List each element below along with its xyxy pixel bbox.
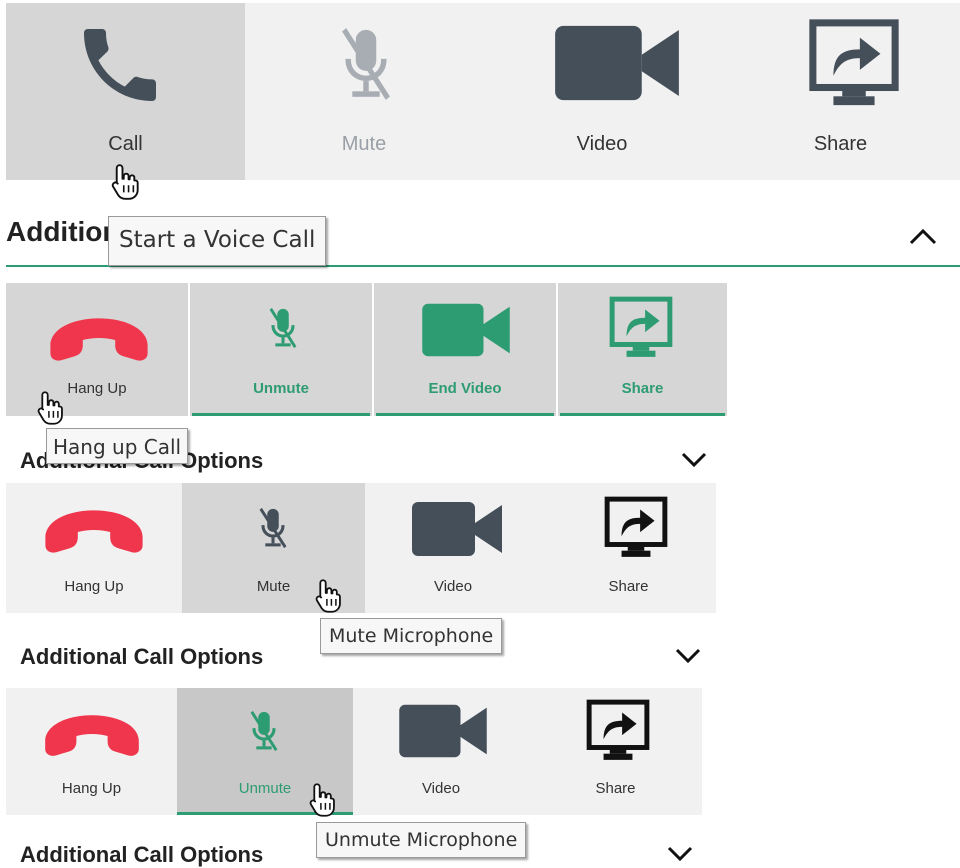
tooltip-mute-microphone: Mute Microphone bbox=[320, 618, 503, 654]
video-camera-icon bbox=[416, 295, 516, 365]
hang-up-button[interactable]: Hang Up bbox=[6, 688, 177, 815]
call-toolbar-idle: Call Mute Video Share bbox=[6, 3, 960, 180]
additional-call-options-header[interactable]: Additional Call Options bbox=[20, 842, 263, 868]
additional-call-options-header[interactable]: Additional Call Options bbox=[20, 644, 263, 670]
video-button[interactable]: Video bbox=[365, 483, 541, 613]
hang-up-button[interactable]: Hang Up bbox=[6, 483, 182, 613]
call-toolbar-active: Hang Up Unmute End Video Share bbox=[6, 283, 727, 416]
video-label: Video bbox=[433, 578, 473, 595]
mute-button-disabled[interactable]: Mute bbox=[245, 3, 483, 180]
phone-icon bbox=[72, 17, 168, 113]
hang-up-phone-icon bbox=[39, 505, 149, 559]
video-button[interactable]: Video bbox=[353, 688, 529, 815]
microphone-off-icon bbox=[250, 495, 296, 561]
chevron-up-icon[interactable] bbox=[908, 226, 938, 246]
share-button[interactable]: Share bbox=[721, 3, 960, 180]
call-label: Call bbox=[108, 133, 143, 155]
share-label: Share bbox=[621, 380, 664, 397]
share-screen-icon bbox=[585, 696, 651, 766]
video-label: Video bbox=[576, 133, 628, 155]
unmute-label: Unmute bbox=[253, 380, 309, 397]
hand-cursor-icon bbox=[110, 162, 142, 202]
microphone-off-icon bbox=[325, 19, 407, 109]
share-screen-icon bbox=[603, 493, 669, 563]
hang-up-label: Hang Up bbox=[67, 380, 127, 397]
share-button[interactable]: Share bbox=[558, 283, 727, 416]
tooltip-start-voice-call: Start a Voice Call bbox=[108, 216, 327, 266]
hand-cursor-icon bbox=[308, 782, 338, 818]
chevron-down-icon[interactable] bbox=[680, 450, 708, 468]
call-button[interactable]: Call bbox=[6, 3, 245, 180]
call-toolbar-muted-hover: Hang Up Mute Video Share bbox=[6, 483, 716, 613]
microphone-off-icon bbox=[260, 295, 306, 361]
hang-up-button[interactable]: Hang Up bbox=[6, 283, 188, 416]
share-screen-icon bbox=[608, 293, 674, 363]
unmute-button[interactable]: Unmute bbox=[190, 283, 372, 416]
share-label: Share bbox=[608, 578, 649, 595]
hang-up-phone-icon bbox=[44, 313, 154, 367]
hand-cursor-icon bbox=[36, 390, 66, 426]
video-label: Video bbox=[421, 780, 461, 797]
share-button[interactable]: Share bbox=[529, 688, 702, 815]
share-button[interactable]: Share bbox=[541, 483, 716, 613]
hand-cursor-icon bbox=[314, 578, 344, 614]
hang-up-phone-icon bbox=[38, 710, 146, 762]
video-camera-icon bbox=[393, 696, 493, 766]
end-video-button[interactable]: End Video bbox=[374, 283, 556, 416]
end-video-label: End Video bbox=[428, 380, 502, 397]
microphone-off-icon bbox=[241, 698, 287, 764]
video-camera-icon bbox=[551, 13, 683, 113]
chevron-down-icon[interactable] bbox=[674, 646, 702, 664]
mute-label: Mute bbox=[341, 133, 387, 155]
hang-up-label: Hang Up bbox=[64, 578, 124, 595]
video-button[interactable]: Video bbox=[483, 3, 721, 180]
tooltip-hang-up-call: Hang up Call bbox=[46, 428, 189, 464]
call-toolbar-unmute-hover: Hang Up Unmute Video Share bbox=[6, 688, 702, 815]
share-label: Share bbox=[595, 780, 636, 797]
chevron-down-icon[interactable] bbox=[666, 844, 694, 862]
hang-up-label: Hang Up bbox=[61, 780, 122, 797]
share-label: Share bbox=[813, 133, 868, 155]
tooltip-unmute-microphone: Unmute Microphone bbox=[316, 822, 527, 858]
share-screen-icon bbox=[807, 17, 901, 111]
video-camera-icon bbox=[405, 493, 509, 565]
